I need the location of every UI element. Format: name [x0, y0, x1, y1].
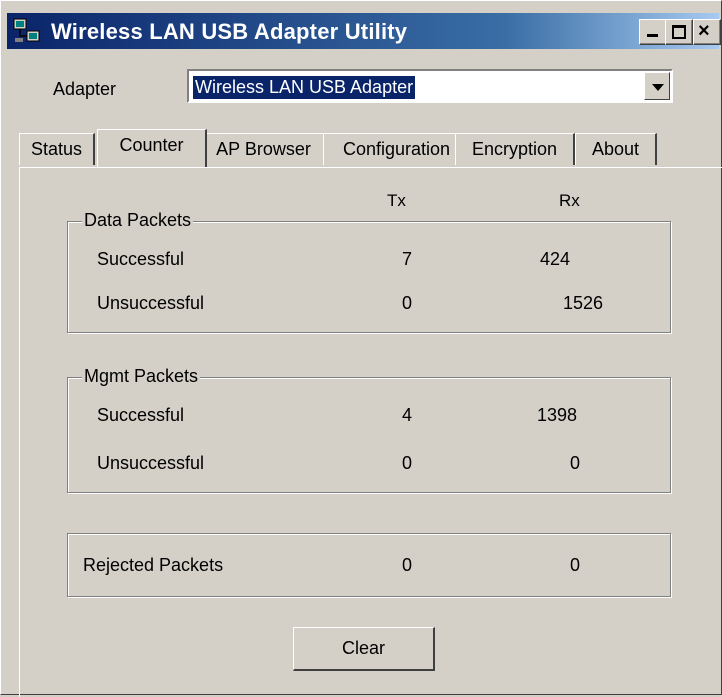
- minimize-button[interactable]: [639, 19, 667, 45]
- tab-encryption[interactable]: Encryption: [455, 133, 575, 165]
- window-title: Wireless LAN USB Adapter Utility: [51, 19, 408, 44]
- mgmt-successful-tx: 4: [401, 405, 412, 425]
- data-successful-tx: 7: [401, 249, 412, 269]
- adapter-label: Adapter: [53, 79, 117, 99]
- mgmt-unsuccessful-tx: 0: [401, 453, 412, 473]
- tab-ap-browser[interactable]: AP Browser: [191, 133, 337, 165]
- mgmt-unsuccessful-rx: 0: [569, 453, 580, 473]
- data-unsuccessful-tx: 0: [401, 293, 412, 313]
- data-packets-group: Data Packets: [67, 210, 671, 333]
- tab-counter[interactable]: Counter: [97, 129, 207, 167]
- title-bar[interactable]: Wireless LAN USB Adapter Utility ×: [7, 13, 721, 49]
- tab-about[interactable]: About: [575, 133, 657, 165]
- utility-window: Wireless LAN USB Adapter Utility × Adapt…: [0, 0, 722, 697]
- adapter-selected-value: Wireless LAN USB Adapter: [193, 76, 416, 99]
- minimize-icon: [647, 34, 658, 37]
- mgmt-successful-rx: 1398: [536, 405, 578, 425]
- data-successful-rx: 424: [539, 249, 571, 269]
- tab-configuration[interactable]: Configuration: [323, 133, 471, 165]
- rejected-rx: 0: [569, 555, 580, 575]
- data-successful-label: Successful: [97, 249, 185, 269]
- maximize-button[interactable]: [665, 19, 693, 45]
- clear-button[interactable]: Clear: [293, 627, 435, 671]
- mgmt-packets-title: Mgmt Packets: [82, 366, 201, 387]
- adapter-dropdown[interactable]: Wireless LAN USB Adapter: [187, 69, 673, 103]
- close-icon: ×: [698, 20, 710, 42]
- tab-status[interactable]: Status: [19, 133, 95, 165]
- chevron-down-icon[interactable]: [644, 72, 670, 100]
- data-unsuccessful-rx: 1526: [562, 293, 604, 313]
- data-packets-title: Data Packets: [82, 210, 194, 231]
- close-button[interactable]: ×: [693, 19, 721, 45]
- mgmt-successful-label: Successful: [97, 405, 185, 425]
- rejected-tx: 0: [401, 555, 412, 575]
- rx-column-header: Rx: [559, 191, 580, 210]
- mgmt-unsuccessful-label: Unsuccessful: [97, 453, 205, 473]
- mgmt-packets-group: Mgmt Packets: [67, 366, 671, 493]
- data-unsuccessful-label: Unsuccessful: [97, 293, 205, 313]
- network-adapter-icon: [13, 18, 40, 42]
- tx-column-header: Tx: [387, 191, 406, 210]
- rejected-packets-label: Rejected Packets: [83, 555, 224, 575]
- maximize-icon: [672, 25, 686, 39]
